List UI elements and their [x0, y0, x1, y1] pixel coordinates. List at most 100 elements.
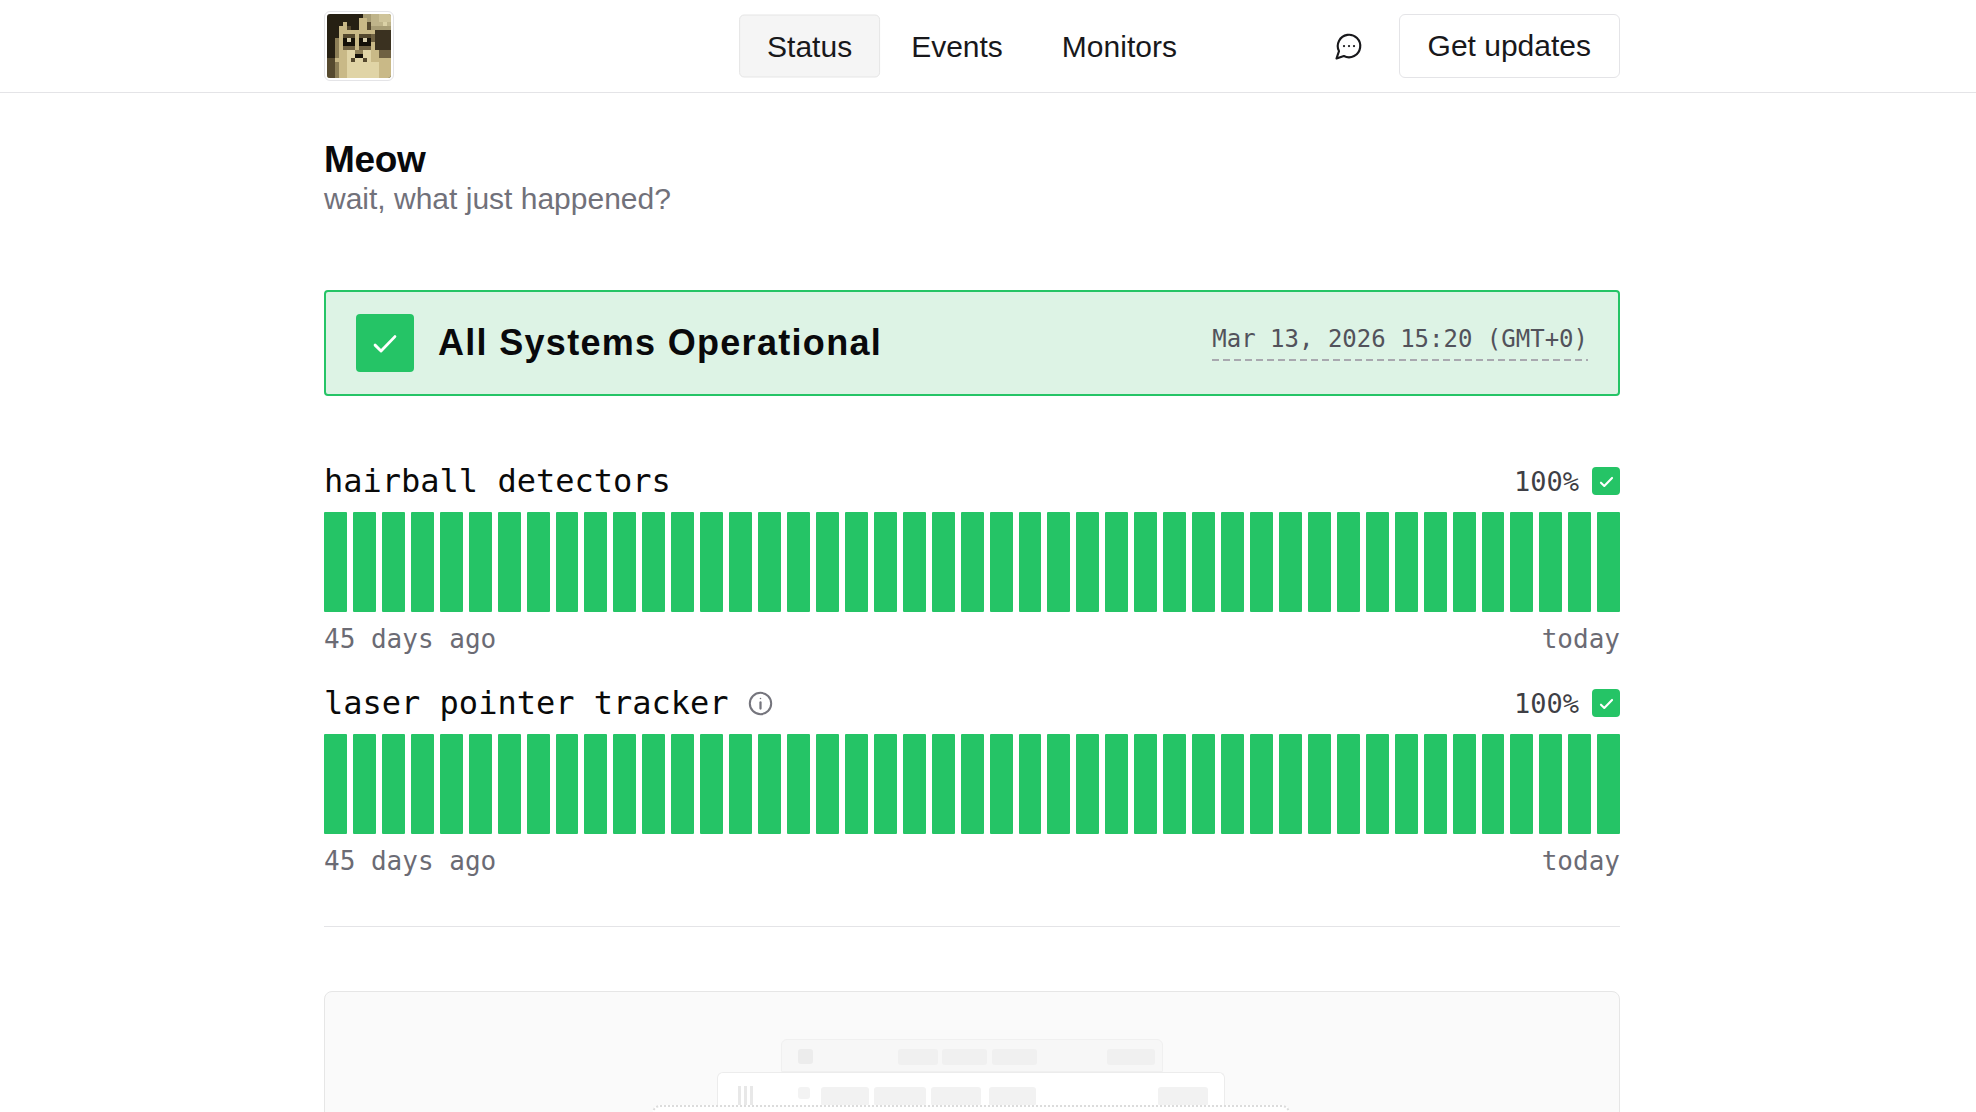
uptime-bar[interactable] — [990, 512, 1013, 612]
uptime-bar[interactable] — [613, 734, 636, 834]
banner-timestamp[interactable]: Mar 13, 2026 15:20 (GMT+0) — [1212, 326, 1588, 361]
range-start-label: 45 days ago — [324, 624, 496, 654]
uptime-bar[interactable] — [700, 734, 723, 834]
uptime-bar[interactable] — [1568, 512, 1591, 612]
uptime-bar[interactable] — [469, 734, 492, 834]
uptime-bar[interactable] — [1076, 512, 1099, 612]
uptime-bar[interactable] — [1568, 734, 1591, 834]
all-systems-operational-banner: All Systems Operational Mar 13, 2026 15:… — [324, 290, 1620, 396]
uptime-bar[interactable] — [498, 734, 521, 834]
uptime-bar[interactable] — [1019, 734, 1042, 834]
uptime-bar[interactable] — [1105, 734, 1128, 834]
uptime-bar[interactable] — [961, 512, 984, 612]
uptime-bar[interactable] — [729, 734, 752, 834]
uptime-bar[interactable] — [816, 512, 839, 612]
uptime-bar[interactable] — [469, 512, 492, 612]
nav-tab-monitors[interactable]: Monitors — [1034, 15, 1205, 78]
surprised-cat-logo[interactable] — [324, 11, 394, 81]
uptime-bar[interactable] — [382, 734, 405, 834]
uptime-bar[interactable] — [527, 734, 550, 834]
uptime-bar[interactable] — [382, 512, 405, 612]
uptime-bar[interactable] — [1019, 512, 1042, 612]
uptime-bar[interactable] — [642, 512, 665, 612]
uptime-bar[interactable] — [1047, 734, 1070, 834]
uptime-bar[interactable] — [903, 734, 926, 834]
uptime-bar[interactable] — [440, 734, 463, 834]
uptime-bar[interactable] — [1539, 734, 1562, 834]
info-icon[interactable] — [747, 690, 774, 717]
uptime-bar[interactable] — [1163, 512, 1186, 612]
uptime-bar[interactable] — [1134, 512, 1157, 612]
uptime-bar[interactable] — [1134, 734, 1157, 834]
uptime-bar[interactable] — [556, 734, 579, 834]
uptime-bar[interactable] — [642, 734, 665, 834]
uptime-bar[interactable] — [353, 734, 376, 834]
uptime-bar[interactable] — [1453, 734, 1476, 834]
uptime-bar[interactable] — [787, 512, 810, 612]
uptime-bar[interactable] — [1539, 512, 1562, 612]
uptime-bar[interactable] — [816, 734, 839, 834]
uptime-bar[interactable] — [1192, 512, 1215, 612]
uptime-bar[interactable] — [671, 734, 694, 834]
uptime-bar[interactable] — [1192, 734, 1215, 834]
uptime-bar[interactable] — [700, 512, 723, 612]
uptime-bar[interactable] — [1482, 512, 1505, 612]
uptime-bar[interactable] — [932, 734, 955, 834]
feedback-chat-icon[interactable] — [1334, 31, 1364, 61]
uptime-bar[interactable] — [874, 734, 897, 834]
uptime-bar[interactable] — [1482, 734, 1505, 834]
uptime-bar[interactable] — [353, 512, 376, 612]
uptime-bar[interactable] — [440, 512, 463, 612]
uptime-bar[interactable] — [1105, 512, 1128, 612]
uptime-bar[interactable] — [961, 734, 984, 834]
uptime-bar[interactable] — [758, 734, 781, 834]
uptime-bar[interactable] — [1337, 734, 1360, 834]
uptime-bar[interactable] — [1076, 734, 1099, 834]
uptime-bar[interactable] — [758, 512, 781, 612]
uptime-bar[interactable] — [990, 734, 1013, 834]
uptime-bar[interactable] — [556, 512, 579, 612]
uptime-bar[interactable] — [1279, 512, 1302, 612]
uptime-bar[interactable] — [1597, 734, 1620, 834]
uptime-bar[interactable] — [1424, 734, 1447, 834]
uptime-bar[interactable] — [1163, 734, 1186, 834]
uptime-bar[interactable] — [1424, 512, 1447, 612]
uptime-bar[interactable] — [729, 512, 752, 612]
uptime-bar[interactable] — [1366, 512, 1389, 612]
uptime-bar[interactable] — [1510, 512, 1533, 612]
uptime-bar[interactable] — [1510, 734, 1533, 834]
uptime-bar[interactable] — [527, 512, 550, 612]
uptime-bar[interactable] — [411, 734, 434, 834]
uptime-bar[interactable] — [845, 734, 868, 834]
uptime-bar[interactable] — [874, 512, 897, 612]
uptime-bar[interactable] — [1221, 512, 1244, 612]
uptime-bar[interactable] — [1308, 734, 1331, 834]
uptime-bar[interactable] — [1221, 734, 1244, 834]
uptime-bar[interactable] — [613, 512, 636, 612]
uptime-bar[interactable] — [787, 734, 810, 834]
uptime-bar[interactable] — [411, 512, 434, 612]
uptime-bar[interactable] — [1047, 512, 1070, 612]
uptime-bar[interactable] — [1308, 512, 1331, 612]
uptime-bar[interactable] — [1395, 512, 1418, 612]
uptime-bar[interactable] — [498, 512, 521, 612]
get-updates-button[interactable]: Get updates — [1399, 14, 1620, 78]
uptime-bar[interactable] — [324, 734, 347, 834]
uptime-bar[interactable] — [845, 512, 868, 612]
uptime-bar[interactable] — [671, 512, 694, 612]
uptime-bar[interactable] — [1453, 512, 1476, 612]
uptime-bar[interactable] — [1250, 512, 1273, 612]
uptime-bar[interactable] — [1279, 734, 1302, 834]
uptime-bar[interactable] — [324, 512, 347, 612]
uptime-bar[interactable] — [584, 734, 607, 834]
uptime-bar[interactable] — [932, 512, 955, 612]
uptime-bar[interactable] — [584, 512, 607, 612]
uptime-bar[interactable] — [1597, 512, 1620, 612]
nav-tab-status[interactable]: Status — [739, 15, 880, 78]
nav-tab-events[interactable]: Events — [883, 15, 1031, 78]
uptime-bar[interactable] — [903, 512, 926, 612]
uptime-bar[interactable] — [1337, 512, 1360, 612]
uptime-bar[interactable] — [1250, 734, 1273, 834]
uptime-bar[interactable] — [1366, 734, 1389, 834]
uptime-bar[interactable] — [1395, 734, 1418, 834]
